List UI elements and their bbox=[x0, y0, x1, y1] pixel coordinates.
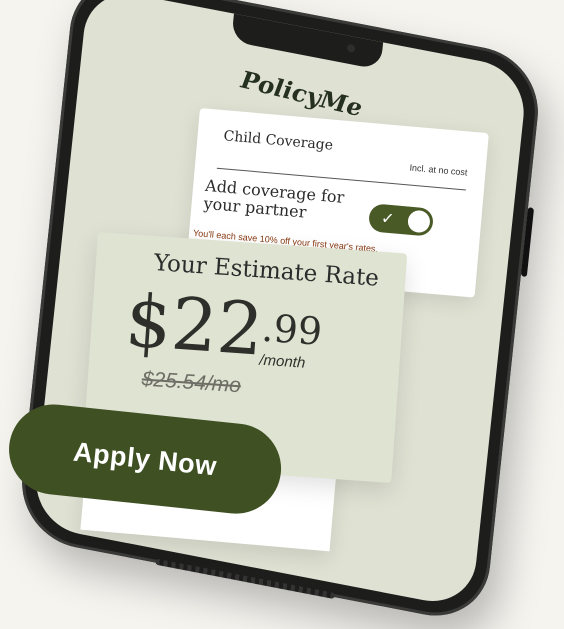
price-cents: .99 bbox=[260, 305, 324, 354]
included-note: Incl. at no cost bbox=[409, 162, 468, 178]
toggle-knob bbox=[407, 209, 431, 234]
child-coverage-title: Child Coverage bbox=[222, 128, 334, 154]
partner-coverage-toggle[interactable]: ✓ bbox=[367, 203, 435, 237]
camera-icon bbox=[346, 43, 356, 53]
old-price: $25.54/mo bbox=[141, 367, 242, 398]
price-dollars: $22 bbox=[122, 278, 266, 372]
partner-coverage-label: Add coverage for your partner bbox=[202, 175, 346, 222]
side-button bbox=[520, 207, 535, 278]
check-icon: ✓ bbox=[380, 210, 396, 229]
phone-notch bbox=[231, 11, 384, 70]
price-period: /month bbox=[258, 351, 306, 372]
